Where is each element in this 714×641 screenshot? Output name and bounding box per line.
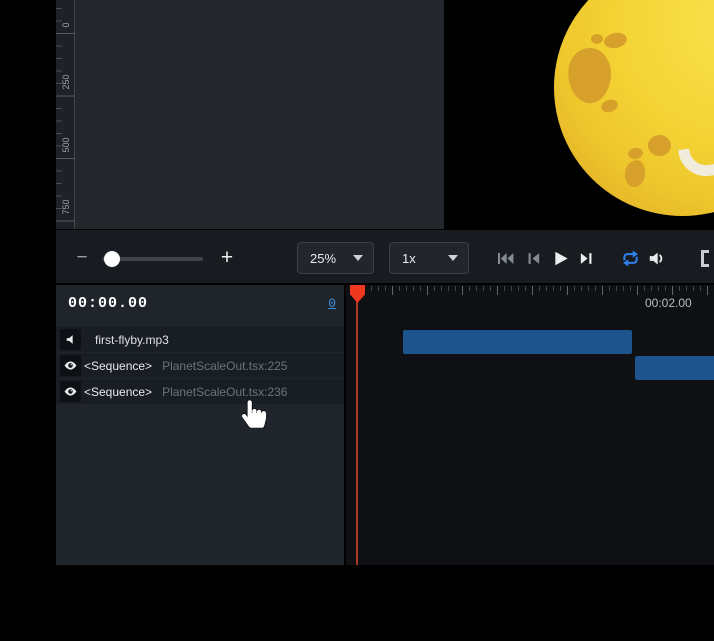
track-row-sequence[interactable]: <Sequence> PlanetScaleOut.tsx:225 (56, 353, 344, 378)
zoom-level-value: 25% (310, 251, 336, 266)
current-frame-link[interactable]: 0 (328, 296, 336, 311)
volume-icon (647, 249, 666, 268)
timeline-clips-area[interactable]: 00:02.00 (346, 285, 714, 565)
timeline-clip[interactable] (403, 330, 632, 354)
track-row-audio[interactable]: first-flyby.mp3 (56, 327, 344, 352)
previous-frame-icon (525, 250, 542, 267)
track-name: <Sequence> (84, 385, 152, 399)
playback-toolbar: − + 25% 1x (56, 229, 714, 285)
fullscreen-icon[interactable] (701, 250, 709, 267)
crater (623, 159, 647, 189)
jump-to-start-button[interactable] (493, 246, 517, 270)
timeline-track-list: 00:00.00 0 first-flyby.mp3 (56, 285, 344, 565)
track-row-sequence[interactable]: <Sequence> PlanetScaleOut.tsx:236 (56, 379, 344, 404)
vertical-ruler: 0 250 500 750 (56, 0, 75, 229)
chevron-down-icon (353, 255, 363, 261)
timeline-header: 00:00.00 0 (56, 285, 344, 326)
composition-viewport (444, 0, 714, 229)
track-name: first-flyby.mp3 (95, 333, 169, 347)
chevron-down-icon (448, 255, 458, 261)
playhead-line (356, 301, 358, 565)
ruler-label: 0 (60, 5, 72, 45)
timeline-major-ticks (392, 286, 713, 295)
current-timecode: 00:00.00 (68, 295, 148, 312)
crater (648, 135, 671, 156)
zoom-out-button[interactable]: − (70, 244, 94, 272)
crater (600, 98, 620, 115)
ruler-label: 500 (60, 125, 72, 165)
timeline-time-label: 00:02.00 (645, 296, 692, 310)
spaceship-trail-graphic (678, 144, 714, 180)
volume-button[interactable] (644, 246, 668, 270)
visibility-toggle[interactable] (60, 381, 81, 402)
zoom-in-button[interactable]: + (214, 243, 240, 273)
skip-to-start-icon (496, 249, 515, 268)
ruler-label: 250 (60, 62, 72, 102)
previous-frame-button[interactable] (521, 246, 545, 270)
mute-toggle[interactable] (60, 329, 81, 350)
eye-icon (63, 358, 78, 373)
timeline-clip[interactable] (635, 356, 714, 380)
minus-icon: − (76, 247, 87, 269)
crater (627, 147, 644, 160)
plus-icon: + (221, 246, 233, 270)
next-frame-button[interactable] (574, 246, 598, 270)
playback-rate-dropdown[interactable]: 1x (389, 242, 469, 274)
eye-icon (63, 384, 78, 399)
planet-graphic (554, 0, 714, 216)
track-name: <Sequence> (84, 359, 152, 373)
zoom-slider-knob[interactable] (104, 251, 120, 267)
zoom-level-dropdown[interactable]: 25% (297, 242, 374, 274)
loop-icon (620, 248, 641, 269)
crater (565, 46, 614, 105)
track-source: PlanetScaleOut.tsx:225 (162, 359, 287, 373)
preview-canvas[interactable]: 0 250 500 750 (56, 0, 714, 229)
loop-toggle-button[interactable] (618, 246, 642, 270)
crater (603, 31, 629, 50)
playback-rate-value: 1x (402, 251, 416, 266)
next-frame-icon (578, 250, 595, 267)
playhead-handle[interactable] (350, 285, 365, 303)
play-icon (551, 249, 570, 268)
remotion-studio-app: 0 250 500 750 − + 25% 1x (56, 0, 714, 565)
track-source: PlanetScaleOut.tsx:236 (162, 385, 287, 399)
speaker-icon (64, 333, 77, 346)
play-button[interactable] (548, 246, 572, 270)
ruler-label: 750 (60, 187, 72, 227)
visibility-toggle[interactable] (60, 355, 81, 376)
timeline-panel: 00:00.00 0 first-flyby.mp3 (56, 285, 714, 565)
crater (591, 34, 603, 44)
